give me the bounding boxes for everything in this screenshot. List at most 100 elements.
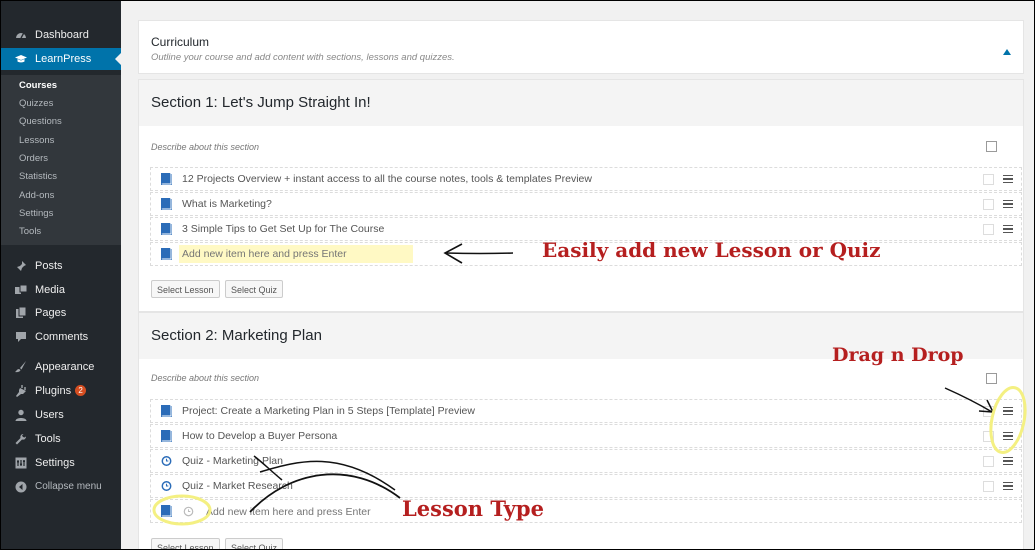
lesson-book-icon[interactable]: [161, 248, 172, 260]
curriculum-item[interactable]: Quiz - Marketing Plan: [150, 449, 1022, 473]
menu-pages-label: Pages: [35, 307, 67, 319]
submenu-addons[interactable]: Add-ons: [19, 189, 54, 203]
select-quiz-button[interactable]: Select Quiz: [225, 538, 284, 549]
new-item-row: [150, 499, 1022, 523]
submenu-settings[interactable]: Settings: [19, 207, 53, 221]
lesson-type-book-icon[interactable]: [161, 505, 172, 517]
drag-handle-icon[interactable]: [1003, 175, 1013, 184]
menu-collapse-label: Collapse menu: [35, 481, 102, 492]
lesson-book-icon: [161, 198, 172, 210]
drag-handle-icon[interactable]: [1003, 225, 1013, 234]
lesson-book-icon: [161, 223, 172, 235]
new-item-input[interactable]: [179, 245, 413, 263]
menu-learnpress[interactable]: LearnPress: [1, 48, 121, 70]
curriculum-item[interactable]: How to Develop a Buyer Persona: [150, 424, 1022, 448]
item-checkbox[interactable]: [983, 456, 994, 467]
menu-collapse[interactable]: Collapse menu: [1, 476, 121, 498]
item-checkbox[interactable]: [983, 199, 994, 210]
submenu-questions[interactable]: Questions: [19, 115, 62, 129]
item-title: What is Marketing?: [182, 198, 272, 210]
item-checkbox[interactable]: [983, 406, 994, 417]
settings-icon: [15, 457, 27, 469]
collapse-icon: [15, 481, 27, 493]
menu-users-label: Users: [35, 409, 64, 421]
lesson-book-icon: [161, 173, 172, 185]
item-title: How to Develop a Buyer Persona: [182, 430, 338, 442]
curriculum-editor: Curriculum Outline your course and add c…: [138, 15, 1034, 549]
menu-plugins[interactable]: Plugins 2: [1, 380, 121, 402]
section-1-select-all-checkbox[interactable]: [986, 141, 997, 152]
menu-tools[interactable]: Tools: [1, 428, 121, 450]
menu-appearance[interactable]: Appearance: [1, 356, 121, 378]
section-2-select-all-checkbox[interactable]: [986, 373, 997, 384]
drag-handle-icon[interactable]: [1003, 457, 1013, 466]
curriculum-header: Curriculum Outline your course and add c…: [138, 20, 1024, 74]
admin-sidebar: Dashboard LearnPress Courses Quizzes Que…: [1, 1, 121, 549]
drag-handle-icon[interactable]: [1003, 200, 1013, 209]
item-checkbox[interactable]: [983, 174, 994, 185]
section-2-title: Section 2: Marketing Plan: [151, 327, 322, 344]
menu-settings[interactable]: Settings: [1, 452, 121, 474]
item-title: 12 Projects Overview + instant access to…: [182, 173, 592, 185]
submenu-orders[interactable]: Orders: [19, 152, 48, 166]
curriculum-subtitle: Outline your course and add content with…: [151, 52, 455, 63]
menu-dashboard-label: Dashboard: [35, 29, 89, 41]
screenshot-frame: Dashboard LearnPress Courses Quizzes Que…: [0, 0, 1035, 550]
submenu-tools[interactable]: Tools: [19, 225, 41, 239]
collapse-arrow-icon[interactable]: [1003, 49, 1011, 55]
item-title: Project: Create a Marketing Plan in 5 St…: [182, 405, 475, 417]
curriculum-item[interactable]: Project: Create a Marketing Plan in 5 St…: [150, 399, 1022, 423]
quiz-clock-icon: [161, 456, 172, 466]
annotation-lesson-type: Lesson Type: [402, 496, 544, 521]
quiz-type-clock-icon[interactable]: [183, 506, 194, 517]
annotation-drag-drop: Drag n Drop: [832, 344, 964, 366]
section-1-describe[interactable]: Describe about this section: [151, 142, 259, 152]
section-1-header[interactable]: Section 1: Let's Jump Straight In!: [138, 79, 1024, 127]
menu-comments[interactable]: Comments: [1, 326, 121, 348]
menu-posts[interactable]: Posts: [1, 255, 121, 277]
select-quiz-button[interactable]: Select Quiz: [225, 280, 284, 298]
submenu-statistics[interactable]: Statistics: [19, 170, 57, 184]
learnpress-submenu: Courses Quizzes Questions Lessons Orders…: [1, 75, 121, 245]
graduation-cap-icon: [15, 55, 27, 63]
brush-icon: [15, 361, 26, 373]
menu-pages[interactable]: Pages: [1, 302, 121, 324]
drag-handle-icon[interactable]: [1003, 482, 1013, 491]
curriculum-title: Curriculum: [151, 35, 210, 49]
curriculum-item[interactable]: What is Marketing?: [150, 192, 1022, 216]
menu-plugins-text: Plugins: [35, 385, 72, 397]
comment-icon: [16, 332, 26, 342]
select-lesson-button[interactable]: Select Lesson: [151, 280, 220, 298]
item-title: Quiz - Marketing Plan: [182, 455, 283, 467]
section-1-body: Describe about this section 12 Projects …: [138, 126, 1024, 312]
item-checkbox[interactable]: [983, 431, 994, 442]
plugins-update-badge: 2: [75, 385, 87, 396]
drag-handle-icon[interactable]: [1003, 432, 1013, 441]
menu-users[interactable]: Users: [1, 404, 121, 426]
menu-posts-label: Posts: [35, 260, 63, 272]
lesson-book-icon: [161, 430, 172, 442]
section-1-title: Section 1: Let's Jump Straight In!: [151, 94, 371, 111]
menu-settings-label: Settings: [35, 457, 75, 469]
curriculum-item[interactable]: Quiz - Market Research: [150, 474, 1022, 498]
submenu-courses[interactable]: Courses: [19, 79, 57, 93]
menu-media[interactable]: Media: [1, 279, 121, 301]
menu-dashboard[interactable]: Dashboard: [1, 24, 121, 46]
select-lesson-button[interactable]: Select Lesson: [151, 538, 220, 549]
section-2-describe[interactable]: Describe about this section: [151, 373, 259, 383]
quiz-clock-icon: [161, 481, 172, 491]
lesson-book-icon: [161, 405, 172, 417]
curriculum-item[interactable]: 12 Projects Overview + instant access to…: [150, 167, 1022, 191]
section-2-body: Describe about this section Project: Cre…: [138, 359, 1024, 549]
item-title: Quiz - Market Research: [182, 480, 293, 492]
dashboard-icon: [16, 33, 26, 39]
menu-media-label: Media: [35, 284, 65, 296]
submenu-quizzes[interactable]: Quizzes: [19, 97, 53, 111]
item-checkbox[interactable]: [983, 224, 994, 235]
drag-handle-icon[interactable]: [1003, 407, 1013, 416]
item-title: 3 Simple Tips to Get Set Up for The Cour…: [182, 223, 385, 235]
submenu-lessons[interactable]: Lessons: [19, 134, 54, 148]
annotation-add-item: Easily add new Lesson or Quiz: [542, 238, 881, 262]
pin-icon: [16, 261, 26, 272]
item-checkbox[interactable]: [983, 481, 994, 492]
